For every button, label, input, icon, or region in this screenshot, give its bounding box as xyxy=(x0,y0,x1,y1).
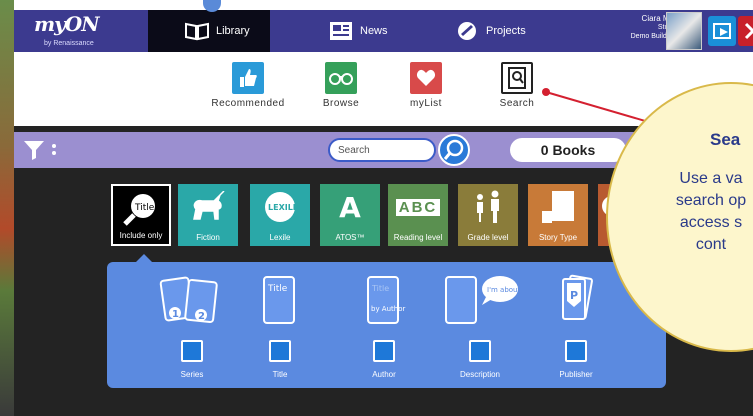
book-count: 0 Books xyxy=(510,138,626,162)
option-description[interactable]: I'm about... Description xyxy=(435,268,525,379)
tile-reading-label: Reading level xyxy=(393,233,443,242)
callout-line-4: cont xyxy=(695,236,727,253)
tile-story-type[interactable]: Story Type xyxy=(528,184,588,246)
callout-body: Use a va search op access s cont xyxy=(618,168,753,256)
tab-library[interactable]: Library xyxy=(148,10,270,52)
top-navigation: myON by Renaissance Library News Project… xyxy=(14,10,753,52)
funnel-icon xyxy=(24,141,56,160)
tile-fiction-label: Fiction xyxy=(196,233,220,242)
close-button[interactable] xyxy=(738,16,753,46)
lexile-icon: LEXILE xyxy=(250,184,310,230)
option-title-label: Title xyxy=(272,370,288,379)
unicorn-icon xyxy=(178,184,238,230)
callout-line-2: search op xyxy=(675,192,747,209)
option-series[interactable]: 12 Series xyxy=(147,268,237,379)
tile-lexile-art-text: LEXILE xyxy=(268,203,298,212)
publisher-checkbox[interactable] xyxy=(565,340,587,362)
description-checkbox[interactable] xyxy=(469,340,491,362)
search-tool-button[interactable]: Search xyxy=(476,62,558,109)
description-book-icon: I'm about... xyxy=(435,268,525,334)
letter-a-icon: A xyxy=(320,184,380,230)
tile-include-only[interactable]: Title Include only xyxy=(111,184,171,246)
callout-line-3: access s xyxy=(679,214,743,231)
present-icon xyxy=(713,23,731,39)
series-checkbox[interactable] xyxy=(181,340,203,362)
abc-blocks-icon: ABC xyxy=(388,184,448,230)
tile-reading-level[interactable]: ABC Reading level xyxy=(388,184,448,246)
author-checkbox[interactable] xyxy=(373,340,395,362)
search-icon xyxy=(443,139,464,160)
option-description-label: Description xyxy=(459,370,500,379)
option-author-art-bottom: by Author xyxy=(371,305,406,313)
close-icon xyxy=(744,22,753,40)
newspaper-icon xyxy=(328,20,354,42)
recommended-label: Recommended xyxy=(211,98,285,109)
option-description-art-text: I'm about... xyxy=(487,286,520,294)
option-publisher[interactable]: P Publisher xyxy=(531,268,621,379)
thumbs-up-icon xyxy=(232,62,264,94)
svg-text:1: 1 xyxy=(172,309,179,320)
tab-projects-label: Projects xyxy=(486,25,526,37)
tile-atos[interactable]: A ATOS™ xyxy=(320,184,380,246)
recommended-button[interactable]: Recommended xyxy=(207,62,289,109)
browse-label: Browse xyxy=(322,98,360,109)
tile-include-art-text: Title xyxy=(134,203,155,213)
tab-news[interactable]: News xyxy=(328,10,448,52)
book-icon xyxy=(184,20,210,42)
option-title-art-text: Title xyxy=(267,284,288,294)
title-checkbox[interactable] xyxy=(269,340,291,362)
option-series-label: Series xyxy=(180,370,204,379)
mylist-label: myList xyxy=(410,98,442,109)
filter-toggle[interactable] xyxy=(22,138,62,162)
tab-news-label: News xyxy=(360,25,388,37)
tile-atos-label: ATOS™ xyxy=(335,233,365,242)
tab-projects[interactable]: Projects xyxy=(454,10,574,52)
tile-reading-art-text: ABC xyxy=(395,198,441,216)
present-button[interactable] xyxy=(708,16,736,46)
tile-fiction[interactable]: Fiction xyxy=(178,184,238,246)
search-button[interactable] xyxy=(438,134,470,166)
browse-button[interactable]: Browse xyxy=(300,62,382,109)
tile-include-label: Include only xyxy=(119,231,163,240)
magnifier-title-icon: Title xyxy=(113,186,169,232)
search-tool-label: Search xyxy=(499,98,535,109)
logo-subtitle: by Renaissance xyxy=(44,40,94,47)
option-publisher-art-text: P xyxy=(570,289,578,302)
callout-title: Sea xyxy=(710,130,741,149)
option-author-label: Author xyxy=(372,370,396,379)
publisher-books-icon: P xyxy=(531,268,621,334)
author-book-icon: Title by Author xyxy=(339,268,429,334)
option-author[interactable]: Title by Author Author xyxy=(339,268,429,379)
tile-story-label: Story Type xyxy=(538,233,578,242)
svg-text:2: 2 xyxy=(198,311,205,322)
series-books-icon: 12 xyxy=(147,268,237,334)
mylist-button[interactable]: myList xyxy=(385,62,467,109)
tile-lexile-label: Lexile xyxy=(269,233,291,242)
projects-icon xyxy=(454,20,480,42)
app-screen: myON by Renaissance Library News Project… xyxy=(0,0,753,416)
title-book-icon: Title xyxy=(235,268,325,334)
binoculars-icon xyxy=(325,62,357,94)
people-icon xyxy=(458,184,518,230)
myon-logo[interactable]: myON by Renaissance xyxy=(34,12,154,52)
tile-grade-level[interactable]: Grade level xyxy=(458,184,518,246)
tile-atos-art-text: A xyxy=(339,190,361,224)
search-book-icon xyxy=(501,62,533,94)
search-input[interactable]: Search xyxy=(328,138,436,162)
heart-icon xyxy=(410,62,442,94)
tile-lexile[interactable]: LEXILE Lexile xyxy=(250,184,310,246)
option-author-art-top: Title xyxy=(371,284,389,293)
background-image-strip xyxy=(0,0,14,416)
option-publisher-label: Publisher xyxy=(559,370,593,379)
callout-line-1: Use a va xyxy=(679,170,743,187)
logo-text: myON xyxy=(34,12,100,36)
tile-grade-label: Grade level xyxy=(467,233,509,242)
avatar[interactable] xyxy=(666,12,702,50)
include-options-panel: 12 Series Title Title Title by Author Aut… xyxy=(107,262,666,388)
document-icon xyxy=(528,184,588,230)
option-title[interactable]: Title Title xyxy=(235,268,325,379)
library-subtools: Recommended Browse myList Search xyxy=(14,52,753,120)
tab-library-label: Library xyxy=(216,25,250,37)
